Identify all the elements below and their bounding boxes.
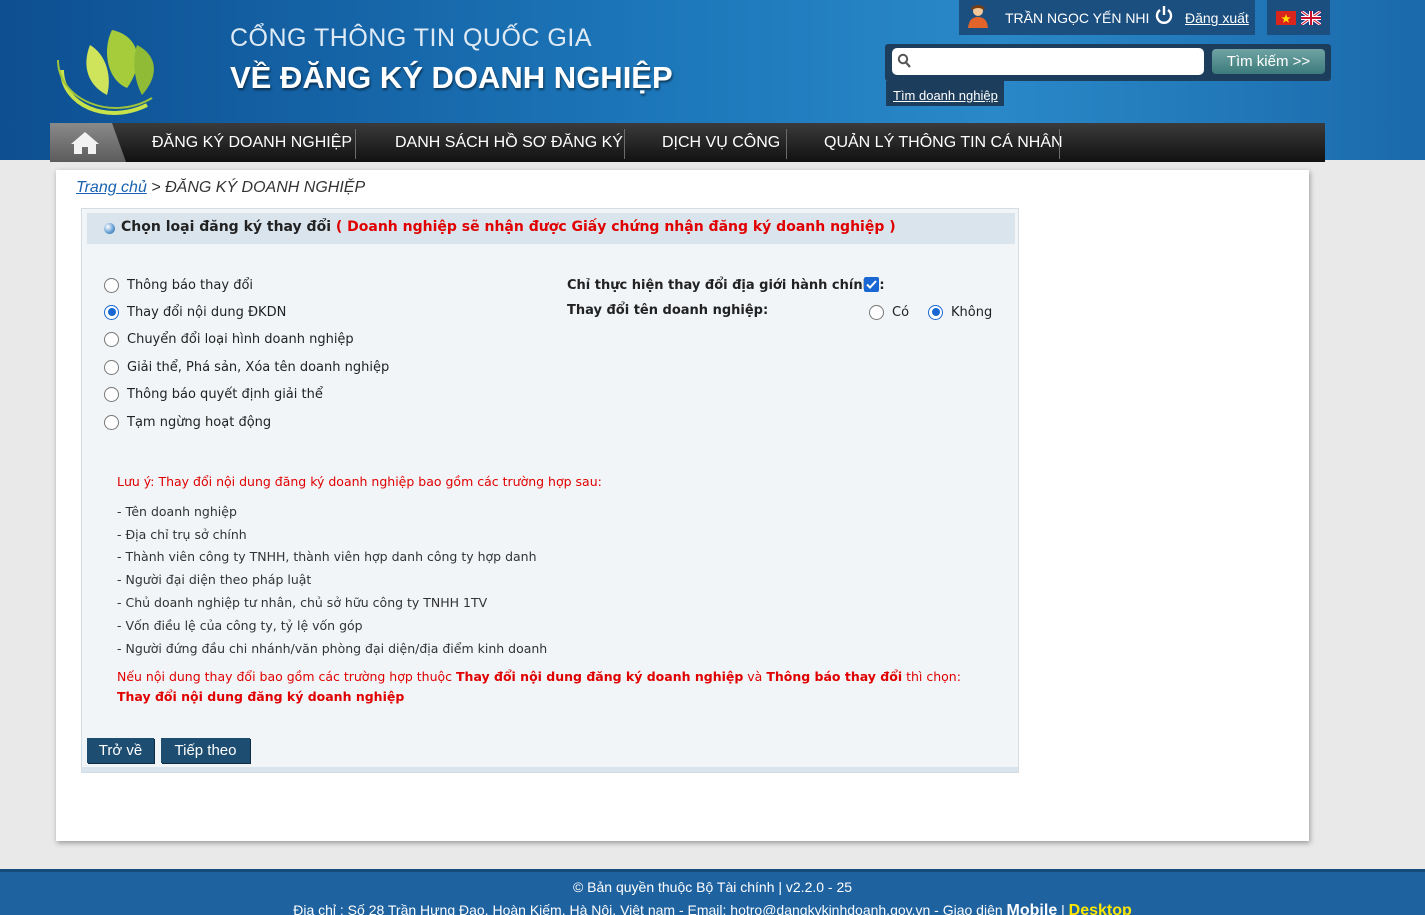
nav-item-personal-info[interactable]: QUẢN LÝ THÔNG TIN CÁ NHÂN bbox=[824, 123, 1063, 162]
search-icon bbox=[897, 53, 911, 68]
admin-boundary-label: Chỉ thực hiện thay đổi địa giới hành chí… bbox=[567, 278, 885, 293]
note-final-text: thì chọn: bbox=[902, 669, 961, 685]
admin-boundary-checkbox[interactable] bbox=[864, 277, 879, 292]
note-item: - Vốn điều lệ của công ty, tỷ lệ vốn góp bbox=[117, 617, 363, 633]
nav-item-registration-list[interactable]: DANH SÁCH HỒ SƠ ĐĂNG KÝ bbox=[395, 123, 623, 162]
footer-email-link[interactable]: hotro@dangkykinhdoanh.gov.vn bbox=[730, 902, 930, 915]
back-button[interactable]: Trở về bbox=[87, 738, 154, 763]
note-lead: Lưu ý: Thay đổi nội dung đăng ký doanh n… bbox=[117, 474, 602, 489]
radio-change-registration-content[interactable] bbox=[104, 304, 119, 320]
search-box: Tìm kiếm >> bbox=[885, 44, 1331, 81]
power-icon[interactable] bbox=[1155, 5, 1173, 25]
panel-header: Chọn loại đăng ký thay đổi ( Doanh nghiệ… bbox=[87, 213, 1015, 244]
radio-rename-no[interactable] bbox=[928, 304, 943, 320]
rename-label: Thay đổi tên doanh nghiệp: bbox=[567, 303, 769, 318]
note-final-text: và bbox=[743, 669, 767, 685]
site-footer: © Bản quyền thuộc Bộ Tài chính | v2.2.0 … bbox=[0, 869, 1425, 915]
radio-label: Có bbox=[892, 304, 910, 320]
note-final: Nếu nội dung thay đổi bao gồm các trường… bbox=[117, 667, 997, 707]
footer-address-text: Địa chỉ : Số 28 Trần Hưng Đạo, Hoàn Kiếm… bbox=[293, 902, 731, 915]
panel-title: Chọn loại đăng ký thay đổi ( Doanh nghiệ… bbox=[121, 219, 896, 235]
nav-item-public-services[interactable]: DỊCH VỤ CÔNG bbox=[662, 123, 780, 162]
bullet-icon bbox=[104, 223, 115, 234]
mobile-link[interactable]: Mobile bbox=[1007, 902, 1058, 915]
option-rename-no[interactable]: Không bbox=[928, 302, 992, 322]
footer-ui-label: - Giao diện bbox=[930, 902, 1007, 915]
radio-label: Thay đổi nội dung ĐKDN bbox=[127, 304, 287, 320]
option-convert-business-type[interactable]: Chuyển đổi loại hình doanh nghiệp bbox=[104, 329, 354, 349]
user-avatar-icon bbox=[968, 5, 988, 28]
site-title-line2: VỀ ĐĂNG KÝ DOANH NGHIỆP bbox=[230, 60, 673, 95]
search-input[interactable] bbox=[892, 48, 1204, 75]
radio-label: Tạm ngừng hoạt động bbox=[127, 414, 272, 430]
radio-label: Thông báo quyết định giải thể bbox=[127, 386, 323, 402]
site-title-line1: CỔNG THÔNG TIN QUỐC GIA bbox=[230, 24, 592, 52]
panel-footer-bar bbox=[82, 767, 1018, 772]
radio-label: Không bbox=[951, 304, 993, 320]
radio-dissolution-decision[interactable] bbox=[104, 386, 119, 402]
option-change-registration-content[interactable]: Thay đổi nội dung ĐKDN bbox=[104, 302, 286, 322]
breadcrumb-separator: > bbox=[146, 179, 166, 196]
uk-flag-icon[interactable] bbox=[1301, 11, 1321, 25]
logo-icon bbox=[57, 30, 154, 115]
option-rename-yes[interactable]: Có bbox=[869, 302, 909, 322]
change-type-panel: Chọn loại đăng ký thay đổi ( Doanh nghiệ… bbox=[81, 208, 1019, 773]
panel-title-note: ( Doanh nghiệp sẽ nhận được Giấy chứng n… bbox=[335, 219, 896, 235]
desktop-link[interactable]: Desktop bbox=[1069, 902, 1132, 915]
radio-label: Chuyển đổi loại hình doanh nghiệp bbox=[127, 331, 354, 347]
panel-title-text: Chọn loại đăng ký thay đổi bbox=[121, 219, 331, 235]
note-item: - Địa chỉ trụ sở chính bbox=[117, 526, 247, 542]
footer-copyright: © Bản quyền thuộc Bộ Tài chính | v2.2.0 … bbox=[572, 879, 853, 895]
note-section: Lưu ý: Thay đổi nội dung đăng ký doanh n… bbox=[117, 471, 997, 707]
option-suspend-operation[interactable]: Tạm ngừng hoạt động bbox=[104, 412, 271, 432]
next-button[interactable]: Tiếp theo bbox=[161, 738, 250, 763]
radio-suspend-operation[interactable] bbox=[104, 414, 119, 430]
radio-dissolution[interactable] bbox=[104, 359, 119, 375]
search-button[interactable]: Tìm kiếm >> bbox=[1212, 49, 1325, 74]
user-bar: TRẦN NGỌC YẾN NHI Đăng xuất bbox=[959, 0, 1255, 35]
note-final-bold: Thông báo thay đổi bbox=[766, 669, 903, 685]
radio-label: Giải thể, Phá sản, Xóa tên doanh nghiệp bbox=[127, 359, 390, 375]
nav-separator bbox=[1059, 129, 1060, 159]
radio-convert-business-type[interactable] bbox=[104, 331, 119, 347]
find-business-link[interactable]: Tìm doanh nghiệp bbox=[893, 88, 998, 103]
language-bar bbox=[1267, 0, 1330, 35]
nav-separator bbox=[355, 129, 356, 159]
footer-address: Địa chỉ : Số 28 Trần Hưng Đạo, Hoàn Kiếm… bbox=[0, 902, 1425, 915]
content-area: Trang chủ > ĐĂNG KÝ DOANH NGHIỆP Chọn lo… bbox=[56, 170, 1309, 841]
user-name: TRẦN NGỌC YẾN NHI bbox=[1005, 10, 1150, 26]
breadcrumb-current: ĐĂNG KÝ DOANH NGHIỆP bbox=[165, 179, 366, 196]
option-dissolution[interactable]: Giải thể, Phá sản, Xóa tên doanh nghiệp bbox=[104, 357, 389, 377]
note-item: - Thành viên công ty TNHH, thành viên hợ… bbox=[117, 549, 537, 565]
nav-separator bbox=[624, 129, 625, 159]
note-final-bold: Thay đổi nội dung đăng ký doanh nghiệp bbox=[456, 669, 744, 685]
breadcrumb-home-link[interactable]: Trang chủ bbox=[76, 179, 147, 196]
nav-separator bbox=[786, 129, 787, 159]
note-item: - Tên doanh nghiệp bbox=[117, 503, 237, 519]
note-final-bold: Thay đổi nội dung đăng ký doanh nghiệp bbox=[117, 689, 405, 705]
note-final-text: Nếu nội dung thay đổi bao gồm các trường… bbox=[117, 669, 457, 685]
note-item: - Người đứng đầu chi nhánh/văn phòng đại… bbox=[117, 640, 548, 656]
note-item: - Người đại diện theo pháp luật bbox=[117, 572, 312, 588]
nav-home-button[interactable] bbox=[50, 123, 126, 162]
logout-link[interactable]: Đăng xuất bbox=[1185, 10, 1249, 26]
check-icon bbox=[866, 280, 877, 289]
breadcrumb: Trang chủ > ĐĂNG KÝ DOANH NGHIỆP bbox=[76, 179, 365, 197]
footer-separator: | bbox=[1057, 902, 1069, 915]
main-nav: ĐĂNG KÝ DOANH NGHIỆP DANH SÁCH HỒ SƠ ĐĂN… bbox=[50, 123, 1325, 162]
note-item: - Chủ doanh nghiệp tư nhân, chủ sở hữu c… bbox=[117, 594, 488, 610]
option-dissolution-decision[interactable]: Thông báo quyết định giải thể bbox=[104, 384, 323, 404]
nav-item-business-registration[interactable]: ĐĂNG KÝ DOANH NGHIỆP bbox=[152, 123, 352, 162]
radio-change-notice[interactable] bbox=[104, 277, 119, 293]
vietnam-flag-icon[interactable] bbox=[1276, 11, 1296, 25]
home-icon bbox=[71, 132, 99, 154]
option-change-notice[interactable]: Thông báo thay đổi bbox=[104, 275, 253, 295]
radio-rename-yes[interactable] bbox=[869, 304, 884, 320]
radio-label: Thông báo thay đổi bbox=[127, 277, 254, 293]
